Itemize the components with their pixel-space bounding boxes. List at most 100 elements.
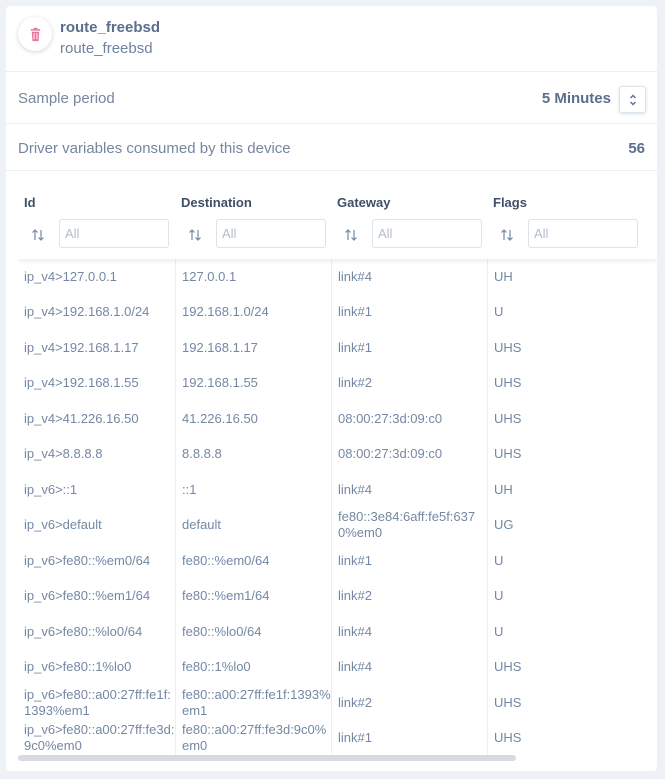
cell-id: ip_v6>fe80::1%lo0 — [24, 659, 132, 675]
cell-gateway: link#1 — [331, 720, 487, 756]
device-panel: route_freebsd route_freebsd Sample perio… — [6, 6, 657, 771]
cell-flags: U — [487, 614, 657, 650]
driver-variables-count: 56 — [628, 140, 645, 157]
cell-gateway: link#2 — [331, 578, 487, 614]
cell-id: ip_v6>fe80::%em1/64 — [24, 588, 151, 604]
table-row[interactable]: ip_v6>fe80::a00:27ff:fe1f:1393%em1 fe80:… — [18, 685, 657, 721]
driver-variables-label: Driver variables consumed by this device — [18, 140, 291, 157]
table-row[interactable]: ip_v4>192.168.1.17 192.168.1.17 link#1 U… — [18, 330, 657, 366]
sort-arrows-icon[interactable] — [187, 227, 203, 243]
cell-destination: fe80::a00:27ff:fe1f:1393%em1 — [175, 685, 331, 721]
cell-destination: 8.8.8.8 — [175, 436, 331, 472]
cell-gateway: 08:00:27:3d:09:c0 — [331, 436, 487, 472]
cell-id: ip_v4>192.168.1.17 — [24, 339, 139, 355]
cell-flags: UHS — [487, 401, 657, 437]
table-row[interactable]: ip_v6>fe80::%em0/64 fe80::%em0/64 link#1… — [18, 543, 657, 579]
cell-id: ip_v6>fe80::a00:27ff:fe3d:9c0%em0 — [24, 722, 175, 754]
cell-gateway: link#2 — [331, 685, 487, 721]
cell-gateway: link#1 — [331, 543, 487, 579]
sample-period-label: Sample period — [18, 90, 115, 107]
table-row[interactable]: ip_v4>192.168.1.55 192.168.1.55 link#2 U… — [18, 365, 657, 401]
cell-destination: 192.168.1.17 — [175, 330, 331, 366]
up-down-chevron-icon — [629, 94, 636, 105]
cell-id: ip_v6>default — [24, 517, 102, 533]
device-header: route_freebsd route_freebsd — [6, 6, 657, 72]
table-header: Id Destination Gateway — [18, 176, 657, 259]
cell-flags: UHS — [487, 365, 657, 401]
table-row[interactable]: ip_v6>::1 ::1 link#4 UH — [18, 472, 657, 508]
cell-flags: U — [487, 543, 657, 579]
cell-flags: UHS — [487, 649, 657, 685]
filter-input-id[interactable] — [59, 219, 169, 248]
driver-variables-row: Driver variables consumed by this device… — [6, 125, 657, 171]
cell-flags: UG — [487, 507, 657, 543]
column-header-id: Id — [18, 176, 175, 259]
cell-gateway: link#4 — [331, 649, 487, 685]
table-row[interactable]: ip_v6>fe80::a00:27ff:fe3d:9c0%em0 fe80::… — [18, 720, 657, 756]
cell-flags: U — [487, 578, 657, 614]
column-title[interactable]: Flags — [493, 195, 527, 210]
cell-flags: UHS — [487, 436, 657, 472]
cell-flags: UHS — [487, 685, 657, 721]
cell-destination: fe80::%em0/64 — [175, 543, 331, 579]
cell-gateway: link#4 — [331, 614, 487, 650]
cell-id: ip_v6>fe80::%em0/64 — [24, 552, 151, 568]
table-row[interactable]: ip_v4>8.8.8.8 8.8.8.8 08:00:27:3d:09:c0 … — [18, 436, 657, 472]
sample-period-value: 5 Minutes — [541, 90, 611, 107]
table-row[interactable]: ip_v4>127.0.0.1 127.0.0.1 link#4 UH — [18, 259, 657, 295]
table-row[interactable]: ip_v6>fe80::%em1/64 fe80::%em1/64 link#2… — [18, 578, 657, 614]
table-row[interactable]: ip_v6>fe80::%lo0/64 fe80::%lo0/64 link#4… — [18, 614, 657, 650]
cell-id: ip_v4>192.168.1.0/24 — [24, 304, 150, 320]
cell-gateway: link#4 — [331, 472, 487, 508]
horizontal-scrollbar[interactable] — [18, 755, 516, 761]
sort-arrows-icon[interactable] — [343, 227, 359, 243]
cell-destination: 41.226.16.50 — [175, 401, 331, 437]
cell-gateway: 08:00:27:3d:09:c0 — [331, 401, 487, 437]
routes-table: Id Destination Gateway — [18, 176, 657, 761]
column-title[interactable]: Gateway — [337, 195, 390, 210]
table-row[interactable]: ip_v4>192.168.1.0/24 192.168.1.0/24 link… — [18, 294, 657, 330]
cell-destination: default — [175, 507, 331, 543]
sample-period-selector[interactable] — [619, 86, 646, 113]
cell-destination: ::1 — [175, 472, 331, 508]
cell-id: ip_v6>fe80::%lo0/64 — [24, 623, 143, 639]
cell-flags: U — [487, 294, 657, 330]
trash-icon — [30, 27, 40, 41]
sort-arrows-icon[interactable] — [30, 227, 46, 243]
cell-destination: fe80::%em1/64 — [175, 578, 331, 614]
column-title[interactable]: Id — [24, 195, 36, 210]
device-subtitle: route_freebsd — [60, 40, 153, 57]
cell-destination: fe80::1%lo0 — [175, 649, 331, 685]
cell-gateway: fe80::3e84:6aff:fe5f:6370%em0 — [331, 507, 487, 543]
sample-period-row: Sample period 5 Minutes — [6, 73, 657, 124]
cell-destination: 192.168.1.0/24 — [175, 294, 331, 330]
cell-flags: UH — [487, 472, 657, 508]
cell-id: ip_v4>127.0.0.1 — [24, 268, 117, 284]
cell-id: ip_v4>8.8.8.8 — [24, 446, 103, 462]
cell-id: ip_v4>192.168.1.55 — [24, 375, 139, 391]
cell-destination: 192.168.1.55 — [175, 365, 331, 401]
cell-id: ip_v6>::1 — [24, 481, 78, 497]
cell-flags: UHS — [487, 330, 657, 366]
cell-gateway: link#1 — [331, 330, 487, 366]
filter-input-destination[interactable] — [216, 219, 326, 248]
cell-id: ip_v4>41.226.16.50 — [24, 410, 139, 426]
column-title[interactable]: Destination — [181, 195, 252, 210]
table-row[interactable]: ip_v6>fe80::1%lo0 fe80::1%lo0 link#4 UHS — [18, 649, 657, 685]
cell-destination: 127.0.0.1 — [175, 259, 331, 295]
delete-device-button[interactable] — [18, 17, 52, 51]
column-header-flags: Flags — [487, 176, 657, 259]
cell-id: ip_v6>fe80::a00:27ff:fe1f:1393%em1 — [24, 686, 171, 718]
filter-input-gateway[interactable] — [372, 219, 482, 248]
table-row[interactable]: ip_v4>41.226.16.50 41.226.16.50 08:00:27… — [18, 401, 657, 437]
cell-flags: UHS — [487, 720, 657, 756]
cell-gateway: link#4 — [331, 259, 487, 295]
sort-arrows-icon[interactable] — [499, 227, 515, 243]
cell-destination: fe80::%lo0/64 — [175, 614, 331, 650]
cell-destination: fe80::a00:27ff:fe3d:9c0%em0 — [175, 720, 331, 756]
column-header-gateway: Gateway — [331, 176, 487, 259]
filter-input-flags[interactable] — [528, 219, 638, 248]
column-header-destination: Destination — [175, 176, 331, 259]
cell-gateway: link#2 — [331, 365, 487, 401]
table-row[interactable]: ip_v6>default default fe80::3e84:6aff:fe… — [18, 507, 657, 543]
